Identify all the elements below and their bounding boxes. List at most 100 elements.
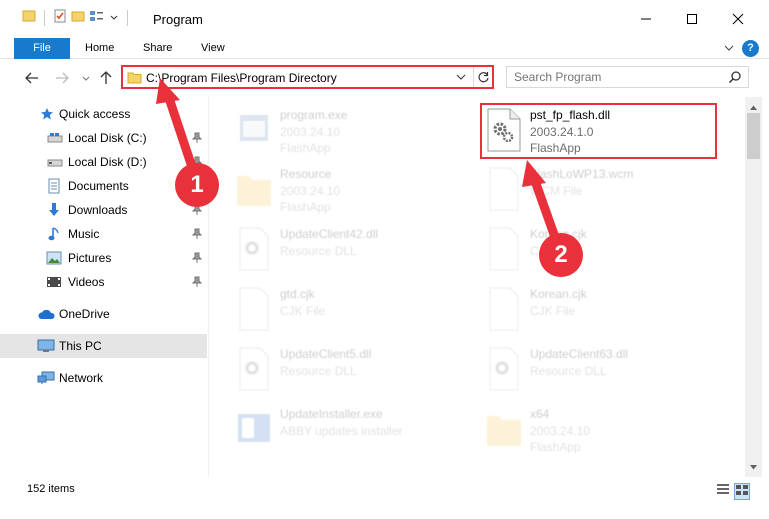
sidebar-item-label: Downloads [68, 203, 128, 217]
refresh-button[interactable] [473, 67, 493, 87]
file-item[interactable]: x64 2003.24.10 FlashApp [484, 402, 724, 456]
sidebar-item-label: Local Disk (C:) [68, 131, 147, 145]
dll-gear-icon [234, 346, 274, 392]
sidebar-item-label: This PC [59, 339, 102, 353]
file-item[interactable]: UpdateClient5.dll Resource DLL [234, 342, 474, 396]
pane-divider[interactable] [208, 97, 209, 477]
file-description: FlashApp [280, 200, 331, 214]
file-item[interactable]: UpdateInstaller.exe ABBY updates install… [234, 402, 474, 456]
file-version: 2003.24.10 [530, 424, 591, 438]
sidebar-item-local-disk-c[interactable]: Local Disk (C:) [0, 126, 207, 150]
details-view-icon[interactable] [716, 483, 730, 500]
view-toggle [716, 483, 750, 500]
minimize-icon [641, 18, 651, 20]
file-name: program.exe [280, 108, 348, 122]
arrow-right-icon [56, 72, 69, 84]
refresh-icon [478, 71, 489, 82]
search-input[interactable] [514, 70, 714, 84]
sidebar-item-local-disk-d[interactable]: Local Disk (D:) [0, 150, 207, 174]
tab-share[interactable]: Share [129, 38, 186, 59]
properties-icon[interactable] [53, 9, 67, 26]
maximize-icon [687, 14, 697, 24]
help-button[interactable]: ? [742, 40, 759, 57]
sidebar-item-label: Documents [68, 179, 129, 193]
file-name: FlashLoWP13.wcm [530, 167, 634, 181]
toolbar-separator [127, 9, 128, 26]
file-name: UpdateClient42.dll [280, 227, 379, 241]
scroll-up-icon[interactable] [749, 100, 758, 114]
navigation-pane: Quick access Local Disk (C:) Local Disk … [0, 97, 208, 477]
drive-icon [46, 130, 64, 146]
large-icons-view-icon[interactable] [734, 483, 750, 500]
file-item[interactable]: Korean.cjk CJK File [484, 222, 724, 276]
back-button[interactable] [22, 69, 42, 87]
sidebar-item-network[interactable]: Network [0, 366, 207, 390]
installer-icon [234, 406, 274, 452]
address-bar[interactable]: C:\Program Files\Program Directory [121, 65, 494, 89]
chevron-down-icon[interactable] [455, 71, 467, 86]
maximize-button[interactable] [669, 0, 715, 38]
search-icon[interactable] [728, 70, 742, 87]
sidebar-item-downloads[interactable]: Downloads [0, 198, 207, 222]
file-version: 2003.24.10 [280, 125, 341, 139]
blank-file-icon [234, 286, 274, 332]
search-box[interactable] [506, 66, 749, 88]
file-name: x64 [530, 407, 550, 421]
network-icon [37, 370, 55, 386]
sidebar-item-music[interactable]: Music [0, 222, 207, 246]
close-icon [732, 13, 744, 25]
sidebar-item-videos[interactable]: Videos [0, 270, 207, 294]
file-item[interactable]: Korean.cjk CJK File [484, 282, 724, 336]
file-name: Resource [280, 167, 332, 181]
dll-gear-icon [234, 226, 274, 272]
tab-file[interactable]: File [14, 38, 70, 59]
sidebar-item-this-pc[interactable]: This PC [0, 334, 207, 358]
file-item[interactable]: FlashLoWP13.wcm WCM File [484, 162, 724, 216]
download-icon [45, 202, 63, 218]
address-path[interactable]: C:\Program Files\Program Directory [146, 71, 337, 85]
pin-icon[interactable] [191, 132, 203, 147]
quick-access-toolbar [22, 9, 132, 26]
tab-view[interactable]: View [187, 38, 239, 59]
target-file-highlight [480, 103, 717, 159]
cloud-icon [37, 306, 55, 322]
close-button[interactable] [715, 0, 761, 38]
chevron-down-icon[interactable] [109, 11, 119, 25]
minimize-button[interactable] [623, 0, 669, 38]
arrow-left-icon [25, 72, 38, 84]
sidebar-item-label: Local Disk (D:) [68, 155, 147, 169]
file-name: gtd.cjk [280, 287, 315, 301]
view-options-icon[interactable] [89, 9, 105, 26]
pin-icon[interactable] [191, 228, 203, 243]
sidebar-item-onedrive[interactable]: OneDrive [0, 302, 207, 326]
file-item[interactable]: program.exe 2003.24.10 FlashApp [234, 103, 474, 157]
folder-icon [127, 71, 142, 87]
scroll-down-icon[interactable] [749, 460, 758, 474]
sidebar-item-label: Network [59, 371, 104, 385]
pin-icon[interactable] [191, 276, 203, 291]
file-name: Korean.cjk [530, 287, 587, 301]
sidebar-item-label: Pictures [68, 251, 112, 265]
expand-ribbon-icon[interactable] [723, 41, 735, 56]
tab-home[interactable]: Home [71, 38, 128, 59]
computer-icon [37, 338, 55, 354]
documents-icon [45, 178, 63, 194]
file-version: 2003.24.10 [280, 184, 341, 198]
recent-locations-button[interactable] [76, 69, 96, 87]
file-item[interactable]: UpdateClient63.dll Resource DLL [484, 342, 724, 396]
scrollbar-thumb[interactable] [747, 113, 760, 159]
file-name: UpdateInstaller.exe [280, 407, 383, 421]
pin-icon[interactable] [191, 252, 203, 267]
sidebar-item-pictures[interactable]: Pictures [0, 246, 207, 270]
new-folder-icon[interactable] [71, 9, 85, 26]
vertical-scrollbar[interactable] [745, 97, 762, 477]
file-item[interactable]: Resource 2003.24.10 FlashApp [234, 162, 474, 216]
file-description: FlashApp [530, 440, 581, 454]
file-item[interactable]: UpdateClient42.dll Resource DLL [234, 222, 474, 276]
up-button[interactable] [96, 69, 116, 87]
forward-button[interactable] [52, 69, 72, 87]
sidebar-item-quick-access[interactable]: Quick access [0, 102, 207, 126]
file-type: Resource DLL [280, 364, 357, 378]
exe-icon [234, 107, 274, 153]
file-item[interactable]: gtd.cjk CJK File [234, 282, 474, 336]
